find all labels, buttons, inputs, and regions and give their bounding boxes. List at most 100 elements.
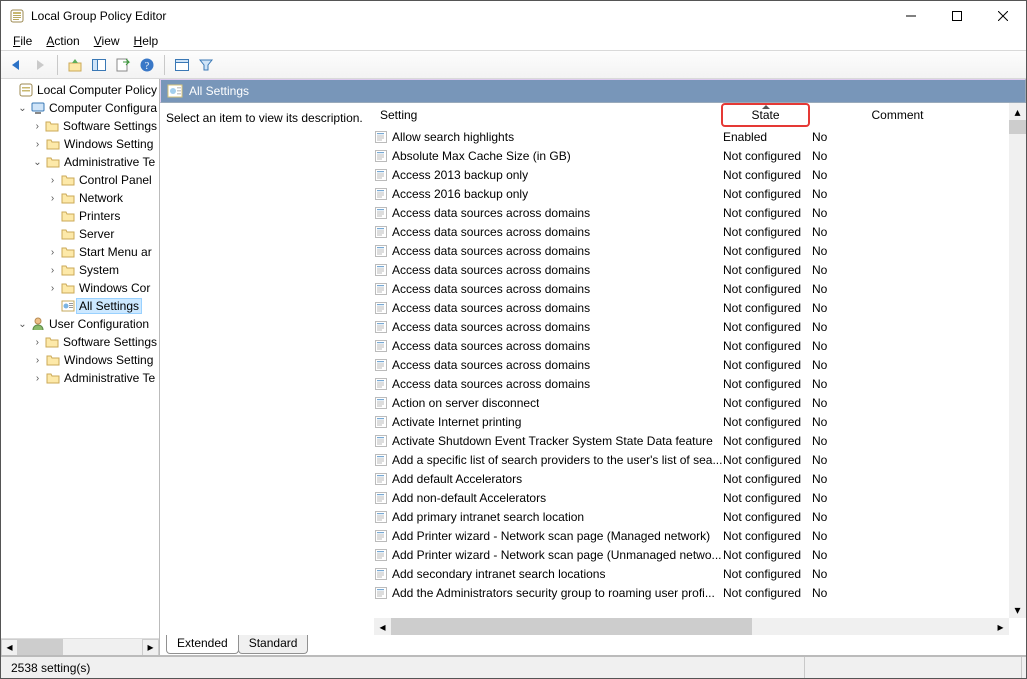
- setting-comment: No: [812, 206, 987, 220]
- export-list-button[interactable]: [112, 54, 134, 76]
- scrollbar-thumb[interactable]: [391, 618, 752, 635]
- maximize-button[interactable]: [934, 1, 980, 31]
- table-row[interactable]: Access data sources across domainsNot co…: [374, 298, 1026, 317]
- menu-action[interactable]: Action: [40, 32, 85, 50]
- folder-icon: [45, 352, 61, 368]
- tree-user-software[interactable]: ›Software Settings: [4, 333, 159, 351]
- table-row[interactable]: Allow search highlightsEnabledNo: [374, 127, 1026, 146]
- menu-file[interactable]: File: [7, 32, 38, 50]
- tree-software-settings[interactable]: ›Software Settings: [4, 117, 159, 135]
- menu-help[interactable]: Help: [128, 32, 165, 50]
- list-rows[interactable]: Allow search highlightsEnabledNoAbsolute…: [374, 127, 1026, 618]
- table-row[interactable]: Activate Internet printingNot configured…: [374, 412, 1026, 431]
- table-row[interactable]: Access data sources across domainsNot co…: [374, 317, 1026, 336]
- title-bar: Local Group Policy Editor: [1, 1, 1026, 31]
- setting-icon: [374, 358, 388, 372]
- scroll-down-icon[interactable]: ▾: [1009, 601, 1026, 618]
- setting-comment: No: [812, 244, 987, 258]
- column-header-comment[interactable]: Comment: [810, 103, 985, 127]
- column-header-state[interactable]: State: [721, 103, 810, 127]
- setting-comment: No: [812, 320, 987, 334]
- table-row[interactable]: Access data sources across domainsNot co…: [374, 241, 1026, 260]
- scroll-right-icon[interactable]: ▸: [992, 618, 1009, 635]
- tree-server[interactable]: Server: [4, 225, 159, 243]
- tree-start-menu[interactable]: ›Start Menu ar: [4, 243, 159, 261]
- tree-computer-config[interactable]: ⌄Computer Configura: [4, 99, 159, 117]
- setting-name: Access data sources across domains: [392, 225, 590, 239]
- scrollbar-thumb[interactable]: [18, 639, 63, 656]
- tree-network[interactable]: ›Network: [4, 189, 159, 207]
- table-row[interactable]: Access data sources across domainsNot co…: [374, 260, 1026, 279]
- tab-standard[interactable]: Standard: [238, 635, 309, 654]
- tree-root[interactable]: Local Computer Policy: [4, 81, 159, 99]
- menu-view[interactable]: View: [88, 32, 126, 50]
- tree-user-windows[interactable]: ›Windows Setting: [4, 351, 159, 369]
- tree-user-admin[interactable]: ›Administrative Te: [4, 369, 159, 387]
- setting-state: Not configured: [723, 377, 812, 391]
- list-horizontal-scrollbar[interactable]: ◂ ▸: [374, 618, 1009, 635]
- show-hide-tree-button[interactable]: [88, 54, 110, 76]
- table-row[interactable]: Access data sources across domainsNot co…: [374, 203, 1026, 222]
- forward-button[interactable]: [29, 54, 51, 76]
- table-row[interactable]: Access data sources across domainsNot co…: [374, 279, 1026, 298]
- tree-printers[interactable]: Printers: [4, 207, 159, 225]
- tree-system[interactable]: ›System: [4, 261, 159, 279]
- tree-horizontal-scrollbar[interactable]: ◂ ▸: [1, 638, 159, 655]
- tree-user-config[interactable]: ⌄User Configuration: [4, 315, 159, 333]
- table-row[interactable]: Access data sources across domainsNot co…: [374, 222, 1026, 241]
- close-button[interactable]: [980, 1, 1026, 31]
- setting-name: Add non-default Accelerators: [392, 491, 546, 505]
- tree-all-settings[interactable]: All Settings: [4, 297, 159, 315]
- column-header-setting[interactable]: Setting: [374, 103, 723, 127]
- table-row[interactable]: Add secondary intranet search locationsN…: [374, 564, 1026, 583]
- setting-icon: [374, 548, 388, 562]
- table-row[interactable]: Activate Shutdown Event Tracker System S…: [374, 431, 1026, 450]
- list-vertical-scrollbar[interactable]: ▴ ▾: [1009, 103, 1026, 618]
- table-row[interactable]: Add non-default AcceleratorsNot configur…: [374, 488, 1026, 507]
- tree-admin-templates[interactable]: ⌄Administrative Te: [4, 153, 159, 171]
- menu-bar: File Action View Help: [1, 31, 1026, 51]
- table-row[interactable]: Access 2016 backup onlyNot configuredNo: [374, 184, 1026, 203]
- table-row[interactable]: Absolute Max Cache Size (in GB)Not confi…: [374, 146, 1026, 165]
- status-bar: 2538 setting(s): [1, 656, 1026, 678]
- table-row[interactable]: Add the Administrators security group to…: [374, 583, 1026, 602]
- table-row[interactable]: Access data sources across domains Not co…: [374, 374, 1026, 393]
- back-button[interactable]: [5, 54, 27, 76]
- setting-state: Not configured: [723, 434, 812, 448]
- scroll-up-icon[interactable]: ▴: [1009, 103, 1026, 120]
- table-row[interactable]: Add default AcceleratorsNot configuredNo: [374, 469, 1026, 488]
- settings-list: Setting State Comment Allow search highl…: [374, 103, 1026, 635]
- toolbar-separator: [57, 55, 58, 75]
- setting-icon: [374, 434, 388, 448]
- setting-icon: [374, 491, 388, 505]
- filter-button[interactable]: [195, 54, 217, 76]
- scroll-left-icon[interactable]: ◂: [1, 639, 18, 656]
- table-row[interactable]: Access data sources across domainsNot co…: [374, 355, 1026, 374]
- setting-name: Access data sources across domains: [392, 377, 590, 391]
- scrollbar-thumb[interactable]: [1009, 120, 1026, 134]
- setting-name: Access 2016 backup only: [392, 187, 528, 201]
- table-row[interactable]: Add Printer wizard - Network scan page (…: [374, 526, 1026, 545]
- scroll-right-icon[interactable]: ▸: [142, 639, 159, 656]
- scroll-left-icon[interactable]: ◂: [374, 618, 391, 635]
- table-row[interactable]: Add primary intranet search locationNot …: [374, 507, 1026, 526]
- setting-state: Not configured: [723, 586, 812, 600]
- setting-state: Not configured: [723, 244, 812, 258]
- table-row[interactable]: Access 2013 backup onlyNot configuredNo: [374, 165, 1026, 184]
- tab-extended[interactable]: Extended: [166, 635, 239, 654]
- table-row[interactable]: Access data sources across domainsNot co…: [374, 336, 1026, 355]
- properties-button[interactable]: [171, 54, 193, 76]
- tree-control-panel[interactable]: ›Control Panel: [4, 171, 159, 189]
- help-button[interactable]: ?: [136, 54, 158, 76]
- table-row[interactable]: Action on server disconnectNot configure…: [374, 393, 1026, 412]
- tree-windows-settings[interactable]: ›Windows Setting: [4, 135, 159, 153]
- setting-comment: No: [812, 358, 987, 372]
- up-button[interactable]: [64, 54, 86, 76]
- minimize-button[interactable]: [888, 1, 934, 31]
- tree[interactable]: Local Computer Policy ⌄Computer Configur…: [1, 79, 159, 638]
- table-row[interactable]: Add a specific list of search providers …: [374, 450, 1026, 469]
- setting-state: Not configured: [723, 415, 812, 429]
- table-row[interactable]: Add Printer wizard - Network scan page (…: [374, 545, 1026, 564]
- setting-comment: No: [812, 434, 987, 448]
- tree-windows-components[interactable]: ›Windows Cor: [4, 279, 159, 297]
